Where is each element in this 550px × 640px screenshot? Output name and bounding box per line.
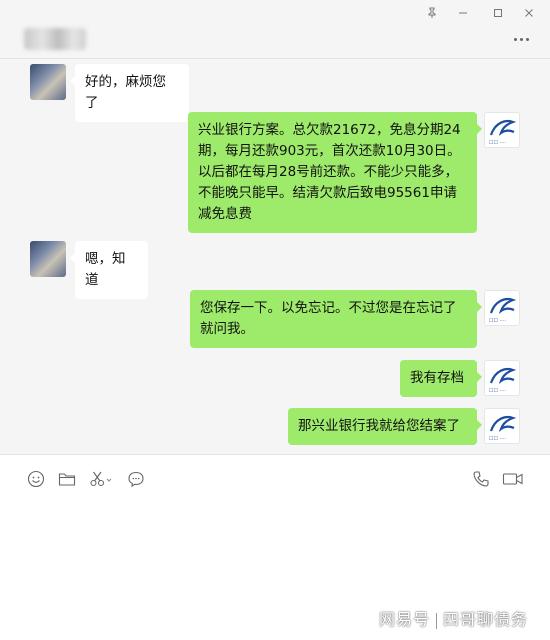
more-icon[interactable] [514,34,534,44]
sent-message: 那兴业银行我就给您结案了 [288,408,482,445]
received-message: 嗯，知道 [70,241,148,299]
watermark: 网易号 四哥聊债务 [379,606,528,630]
sent-message: 您保存一下。以免忘记。不过您是在忘记了就问我。 [190,290,482,348]
scissors-icon[interactable] [88,468,114,490]
contact-name-blurred [24,28,86,50]
watermark-left: 网易号 [378,610,430,629]
pin-icon[interactable] [421,4,443,22]
watermark-separator [435,612,437,629]
svg-text:☐☐ ····: ☐☐ ···· [489,436,506,442]
title-bar [0,0,550,58]
sent-message: 我有存档 [400,360,482,397]
sent-message: 兴业银行方案。总欠款21672，免息分期24期，每月还款903元，首次还款10月… [188,112,482,233]
phone-icon[interactable] [470,468,492,490]
video-icon[interactable] [501,468,525,490]
user-avatar[interactable]: ☐☐ ···· [484,290,520,326]
svg-text:☐☐ ····: ☐☐ ···· [489,140,506,146]
user-avatar[interactable]: ☐☐ ···· [484,360,520,396]
minimize-icon[interactable] [452,4,474,22]
close-icon[interactable] [518,4,540,22]
folder-icon[interactable] [56,468,78,490]
maximize-icon[interactable] [487,4,509,22]
user-avatar[interactable]: ☐☐ ···· [484,408,520,444]
user-avatar[interactable]: ☐☐ ···· [484,112,520,148]
contact-avatar[interactable] [30,64,66,100]
contact-avatar[interactable] [30,241,66,277]
svg-text:☐☐ ····: ☐☐ ···· [489,318,506,324]
received-message: 好的，麻烦您了 [70,64,189,122]
chat-bubble-icon[interactable] [125,468,147,490]
chat-history[interactable]: 好的，麻烦您了 兴业银行方案。总欠款21672，免息分期24期，每月还款903元… [0,59,550,454]
watermark-right: 四哥聊债务 [442,610,528,629]
message-input-area[interactable]: 网易号 四哥聊债务 [0,455,550,640]
svg-text:☐☐ ····: ☐☐ ···· [489,388,506,394]
emoji-icon[interactable] [25,468,47,490]
